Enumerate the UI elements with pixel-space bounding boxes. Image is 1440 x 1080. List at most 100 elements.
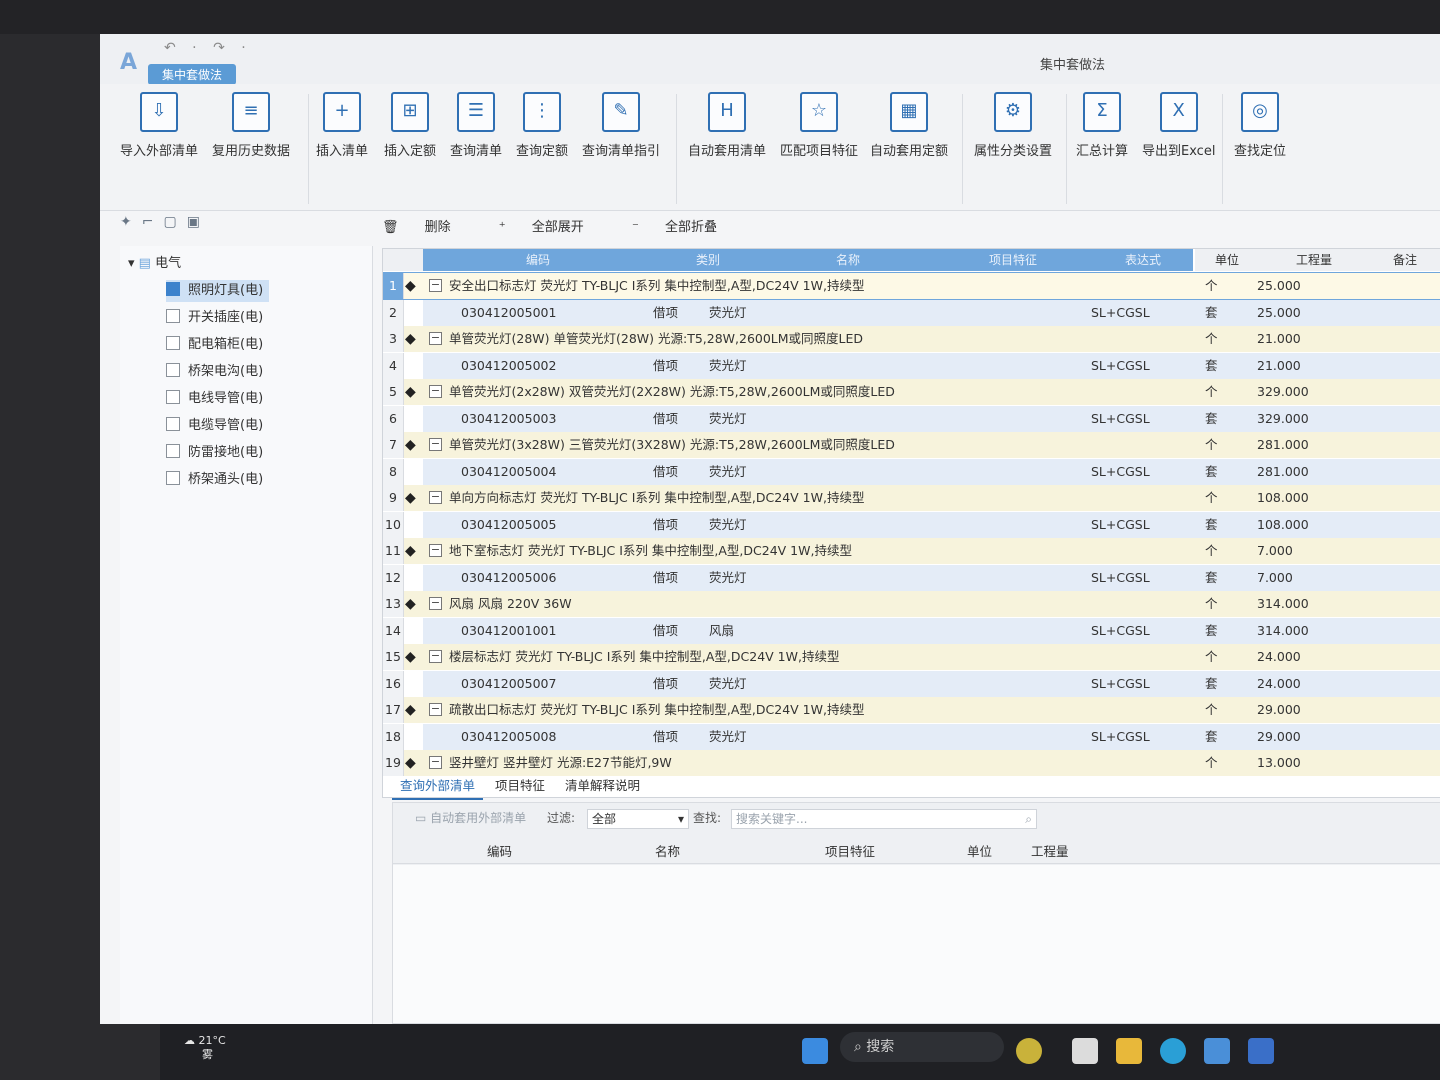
col-name[interactable]: 名称 — [655, 841, 680, 863]
header-feature[interactable]: 项目特征 — [933, 249, 1093, 271]
match-feature-button[interactable]: ☆ 匹配项目特征 — [780, 92, 858, 159]
widget-icon[interactable] — [1016, 1038, 1042, 1064]
collapse-toggle-icon[interactable]: − — [429, 332, 442, 345]
header-expression[interactable]: 表达式 — [1093, 249, 1193, 271]
grid-row-group[interactable]: 17 ◆ − 疏散出口标志灯 荧光灯 TY-BLJC I系列 集中控制型,A型,DC2… — [383, 697, 1440, 723]
grid-row-item[interactable]: 14 030412001001 借项 风扇 SL+CGSL 套 314.000 — [383, 617, 1440, 644]
auto-apply-external-button[interactable]: ▭ 自动套用外部清单 — [415, 803, 526, 833]
tab-project-feature[interactable]: 项目特征 — [487, 774, 553, 798]
tree-item-switch-socket[interactable]: 开关插座(电) — [166, 307, 263, 329]
grid-row-item[interactable]: 16 030412005007 借项 荧光灯 SL+CGSL 套 24.000 — [383, 670, 1440, 697]
grid-row-item[interactable]: 6 030412005003 借项 荧光灯 SL+CGSL 套 329.000 — [383, 405, 1440, 432]
tree-item-tray-fitting[interactable]: 桥架通头(电) — [166, 469, 263, 491]
tree-filter-icon[interactable]: ▢ — [163, 214, 186, 230]
delete-button[interactable]: 🗑 删除 — [382, 220, 473, 235]
search-input[interactable]: 搜索关键字... ⌕ — [731, 809, 1037, 829]
grid-row-group[interactable]: 15 ◆ − 楼层标志灯 荧光灯 TY-BLJC I系列 集中控制型,A型,DC24V… — [383, 644, 1440, 670]
header-category[interactable]: 类别 — [653, 249, 763, 271]
row-number[interactable]: 1 — [383, 273, 404, 299]
grid-row-item[interactable]: 8 030412005004 借项 荧光灯 SL+CGSL 套 281.000 — [383, 458, 1440, 485]
row-number[interactable]: 5 — [383, 379, 404, 405]
query-quota-button[interactable]: ⋮ 查询定额 — [516, 92, 568, 159]
expand-all-button[interactable]: ⁺ 全部展开 — [499, 220, 606, 235]
checkbox[interactable] — [166, 390, 180, 404]
checkbox[interactable] — [166, 363, 180, 377]
import-list-button[interactable]: ⇩ 导入外部清单 — [120, 92, 198, 159]
row-number[interactable]: 7 — [383, 432, 404, 458]
collapse-toggle-icon[interactable]: − — [429, 650, 442, 663]
collapse-toggle-icon[interactable]: − — [429, 385, 442, 398]
glodon-app-icon[interactable] — [1248, 1038, 1274, 1064]
tab-list-explanation[interactable]: 清单解释说明 — [557, 774, 648, 798]
grid-row-item[interactable]: 2 030412005001 借项 荧光灯 SL+CGSL 套 25.000 — [383, 299, 1440, 326]
taskbar-search[interactable]: ⌕ 搜索 — [840, 1032, 1004, 1062]
tab-query-external[interactable]: 查询外部清单 — [392, 774, 484, 800]
grid-row-group[interactable]: 13 ◆ − 风扇 风扇 220V 36W 个 314.000 — [383, 591, 1440, 617]
tree-remove-icon[interactable]: ⌐ — [142, 214, 164, 230]
auto-apply-quota-button[interactable]: ▦ 自动套用定额 — [870, 92, 948, 159]
row-number[interactable]: 11 — [383, 538, 404, 564]
collapse-toggle-icon[interactable]: − — [429, 597, 442, 610]
row-number[interactable]: 3 — [383, 326, 404, 352]
grid-row-group[interactable]: 3 ◆ − 单管荧光灯(28W) 单管荧光灯(28W) 光源:T5,28W,2600L… — [383, 326, 1440, 352]
row-number[interactable]: 4 — [383, 352, 404, 379]
tree-item-cable-conduit[interactable]: 电缆导管(电) — [166, 415, 263, 437]
row-number[interactable]: 19 — [383, 750, 404, 776]
insert-quota-button[interactable]: ⊞ 插入定额 — [384, 92, 436, 159]
header-quantity[interactable]: 工程量 — [1259, 249, 1369, 271]
checkbox[interactable] — [166, 282, 180, 296]
row-number[interactable]: 2 — [383, 299, 404, 326]
file-explorer-icon[interactable] — [1116, 1038, 1142, 1064]
header-code[interactable]: 编码 — [423, 249, 653, 271]
locate-button[interactable]: ◎ 查找定位 — [1234, 92, 1286, 159]
row-number[interactable]: 10 — [383, 511, 404, 538]
row-number[interactable]: 16 — [383, 670, 404, 697]
checkbox[interactable] — [166, 417, 180, 431]
checkbox[interactable] — [166, 444, 180, 458]
collapse-toggle-icon[interactable]: − — [429, 756, 442, 769]
col-code[interactable]: 编码 — [487, 841, 512, 863]
header-unit[interactable]: 单位 — [1195, 249, 1259, 271]
row-number[interactable]: 13 — [383, 591, 404, 617]
checkbox[interactable] — [166, 309, 180, 323]
collapse-arrow-icon[interactable]: ▾ — [128, 256, 135, 271]
header-remark[interactable]: 备注 — [1369, 249, 1440, 271]
checkbox[interactable] — [166, 336, 180, 350]
header-name[interactable]: 名称 — [763, 249, 933, 271]
row-number[interactable]: 8 — [383, 458, 404, 485]
tree-clear-icon[interactable]: ▣ — [187, 214, 210, 230]
col-unit[interactable]: 单位 — [967, 841, 992, 863]
grid-row-item[interactable]: 10 030412005005 借项 荧光灯 SL+CGSL 套 108.000 — [383, 511, 1440, 538]
tree-item-distribution-box[interactable]: 配电箱柜(电) — [166, 334, 263, 356]
collapse-toggle-icon[interactable]: − — [429, 491, 442, 504]
app-tab[interactable]: 集中套做法 — [148, 64, 237, 85]
sum-button[interactable]: Σ 汇总计算 — [1076, 92, 1128, 159]
undo-redo-icons[interactable]: ↶ · ↷ · — [164, 40, 252, 56]
insert-list-button[interactable]: + 插入清单 — [316, 92, 368, 159]
collapse-toggle-icon[interactable]: − — [429, 703, 442, 716]
grid-row-group[interactable]: 7 ◆ − 单管荧光灯(3x28W) 三管荧光灯(3X28W) 光源:T5,28W,2… — [383, 432, 1440, 458]
grid-row-group[interactable]: 19 ◆ − 竖井壁灯 竖井壁灯 光源:E27节能灯,9W 个 13.000 — [383, 750, 1440, 776]
grid-row-item[interactable]: 4 030412005002 借项 荧光灯 SL+CGSL 套 21.000 — [383, 352, 1440, 379]
edge-icon[interactable] — [1160, 1038, 1186, 1064]
collapse-toggle-icon[interactable]: − — [429, 438, 442, 451]
row-number[interactable]: 9 — [383, 485, 404, 511]
grid-row-group[interactable]: 5 ◆ − 单管荧光灯(2x28W) 双管荧光灯(2X28W) 光源:T5,28W,2… — [383, 379, 1440, 405]
tree-item-grounding[interactable]: 防雷接地(电) — [166, 442, 263, 464]
grid-row-group[interactable]: 9 ◆ − 单向方向标志灯 荧光灯 TY-BLJC I系列 集中控制型,A型,DC24… — [383, 485, 1440, 511]
query-list-button[interactable]: ☰ 查询清单 — [450, 92, 502, 159]
checkbox[interactable] — [166, 471, 180, 485]
start-icon[interactable] — [802, 1038, 828, 1064]
tree-root[interactable]: ▾ ▤ 电气 — [128, 252, 181, 271]
collapse-toggle-icon[interactable]: − — [429, 544, 442, 557]
weather-widget[interactable]: ☁ 21°C 雾 — [184, 1034, 226, 1062]
excel-export-button[interactable]: X 导出到Excel — [1142, 92, 1215, 159]
history-data-button[interactable]: ≡ 复用历史数据 — [212, 92, 290, 159]
list-guide-button[interactable]: ✎ 查询清单指引 — [582, 92, 660, 159]
grid-row-item[interactable]: 12 030412005006 借项 荧光灯 SL+CGSL 套 7.000 — [383, 564, 1440, 591]
tree-item-lighting[interactable]: 照明灯具(电) — [166, 280, 270, 302]
tree-item-cable-tray[interactable]: 桥架电沟(电) — [166, 361, 263, 383]
auto-apply-list-button[interactable]: H 自动套用清单 — [688, 92, 766, 159]
row-number[interactable]: 15 — [383, 644, 404, 670]
app-icon[interactable] — [1204, 1038, 1230, 1064]
